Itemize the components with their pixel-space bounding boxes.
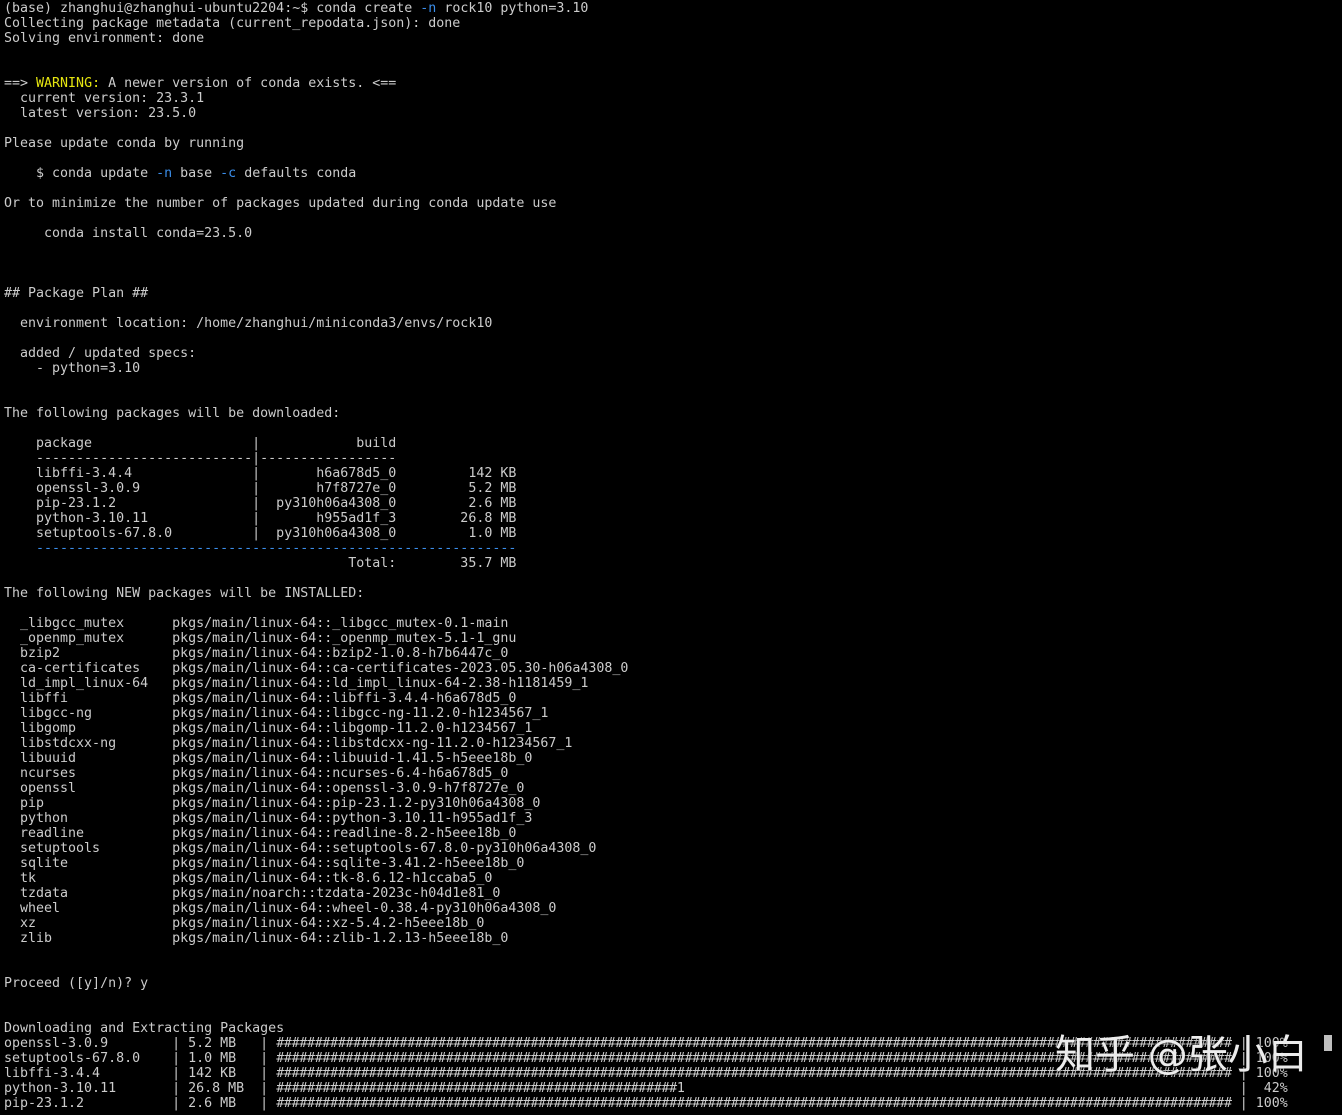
progress-percent: | 100%: [1231, 1096, 1288, 1111]
install-list-item: ld_impl_linux-64 pkgs/main/linux-64::ld_…: [4, 676, 589, 691]
progress-package-size: | 2.6 MB |: [172, 1096, 277, 1111]
progress-row: python-3.10.11 | 26.8 MB | #############…: [4, 1081, 1288, 1096]
install-list-item: zlib pkgs/main/linux-64::zlib-1.2.13-h5e…: [4, 931, 509, 946]
download-table-divider: ---------------------------|------------…: [4, 451, 397, 466]
install-list-item: _libgcc_mutex pkgs/main/linux-64::_libgc…: [4, 616, 509, 631]
install-list-item: pip pkgs/main/linux-64::pip-23.1.2-py310…: [4, 796, 541, 811]
download-table-header: package | build: [4, 436, 397, 451]
install-header: The following NEW packages will be INSTA…: [4, 586, 365, 601]
install-list-item: wheel pkgs/main/linux-64::wheel-0.38.4-p…: [4, 901, 557, 916]
minimize-line: Or to minimize the number of packages up…: [4, 196, 557, 211]
proceed-prompt: Proceed ([y]/n)? y: [4, 976, 149, 991]
install-list-item: _openmp_mutex pkgs/main/linux-64::_openm…: [4, 631, 517, 646]
current-version-line: current version: 23.3.1: [4, 91, 205, 106]
progress-package-name: pip-23.1.2: [4, 1096, 173, 1111]
collecting-line: Collecting package metadata (current_rep…: [4, 16, 461, 31]
added-specs-line: added / updated specs:: [4, 346, 197, 361]
install-list-item: libgcc-ng pkgs/main/linux-64::libgcc-ng-…: [4, 706, 549, 721]
progress-package-size: | 26.8 MB |: [172, 1081, 277, 1096]
progress-package-size: | 1.0 MB |: [172, 1051, 277, 1066]
progress-package-name: libffi-3.4.4: [4, 1066, 173, 1081]
progress-bar: ########################################…: [276, 1096, 1232, 1111]
warning-line: ==> WARNING: A newer version of conda ex…: [4, 76, 397, 91]
install-list-item: openssl pkgs/main/linux-64::openssl-3.0.…: [4, 781, 525, 796]
terminal-window[interactable]: (base) zhanghui@zhanghui-ubuntu2204:~$ c…: [0, 0, 1342, 1115]
install-list-item: tk pkgs/main/linux-64::tk-8.6.12-h1ccaba…: [4, 871, 493, 886]
install-list-item: libstdcxx-ng pkgs/main/linux-64::libstdc…: [4, 736, 573, 751]
environment-location-line: environment location: /home/zhanghui/min…: [4, 316, 493, 331]
package-plan-header: ## Package Plan ##: [4, 286, 149, 301]
download-table-row: python-3.10.11 | h955ad1f_3 26.8 MB: [4, 511, 517, 526]
progress-package-size: | 142 KB |: [172, 1066, 277, 1081]
install-list-item: sqlite pkgs/main/linux-64::sqlite-3.41.2…: [4, 856, 525, 871]
command-text: conda create: [316, 1, 421, 16]
install-list-item: tzdata pkgs/main/noarch::tzdata-2023c-h0…: [4, 886, 501, 901]
scrollbar-thumb[interactable]: [1324, 1035, 1332, 1051]
progress-package-size: | 5.2 MB |: [172, 1036, 277, 1051]
progress-percent: | 42%: [1231, 1081, 1288, 1096]
download-header: The following packages will be downloade…: [4, 406, 341, 421]
install-list-item: libffi pkgs/main/linux-64::libffi-3.4.4-…: [4, 691, 517, 706]
progress-package-name: setuptools-67.8.0: [4, 1051, 173, 1066]
install-list-item: ca-certificates pkgs/main/linux-64::ca-c…: [4, 661, 629, 676]
solving-line: Solving environment: done: [4, 31, 205, 46]
download-table-row: openssl-3.0.9 | h7f8727e_0 5.2 MB: [4, 481, 517, 496]
update-command-line: $ conda update -n base -c defaults conda: [4, 166, 357, 181]
install-conda-command-line: conda install conda=23.5.0: [4, 226, 253, 241]
progress-package-name: python-3.10.11: [4, 1081, 173, 1096]
install-list-item: setuptools pkgs/main/linux-64::setuptool…: [4, 841, 597, 856]
downloading-header: Downloading and Extracting Packages: [4, 1021, 285, 1036]
install-list-item: libgomp pkgs/main/linux-64::libgomp-11.2…: [4, 721, 533, 736]
install-list-item: ncurses pkgs/main/linux-64::ncurses-6.4-…: [4, 766, 509, 781]
download-table-row: setuptools-67.8.0 | py310h06a4308_0 1.0 …: [4, 526, 517, 541]
download-table-row: libffi-3.4.4 | h6a678d5_0 142 KB: [4, 466, 517, 481]
install-list-item: readline pkgs/main/linux-64::readline-8.…: [4, 826, 517, 841]
zhihu-watermark: 知乎 @张小白: [1055, 1032, 1308, 1078]
install-list-item: bzip2 pkgs/main/linux-64::bzip2-1.0.8-h7…: [4, 646, 509, 661]
total-row: Total: 35.7 MB: [4, 556, 517, 571]
install-list-item: xz pkgs/main/linux-64::xz-5.4.2-h5eee18b…: [4, 916, 485, 931]
progress-bar: ########################################…: [276, 1081, 1232, 1096]
spec-python-line: - python=3.10: [4, 361, 141, 376]
command-args: rock10 python=3.10: [436, 1, 589, 16]
command-line: (base) zhanghui@zhanghui-ubuntu2204:~$ c…: [4, 1, 588, 16]
download-table-row: pip-23.1.2 | py310h06a4308_0 2.6 MB: [4, 496, 517, 511]
total-divider: ----------------------------------------…: [4, 541, 517, 556]
warning-label: WARNING:: [36, 76, 101, 91]
install-list-item: libuuid pkgs/main/linux-64::libuuid-1.41…: [4, 751, 533, 766]
latest-version-line: latest version: 23.5.0: [4, 106, 197, 121]
progress-package-name: openssl-3.0.9: [4, 1036, 173, 1051]
please-update-line: Please update conda by running: [4, 136, 245, 151]
progress-row: pip-23.1.2 | 2.6 MB | ##################…: [4, 1096, 1288, 1111]
install-list-item: python pkgs/main/linux-64::python-3.10.1…: [4, 811, 533, 826]
command-flag: -n: [420, 1, 437, 16]
shell-prompt: (base) zhanghui@zhanghui-ubuntu2204:~$: [4, 1, 317, 16]
